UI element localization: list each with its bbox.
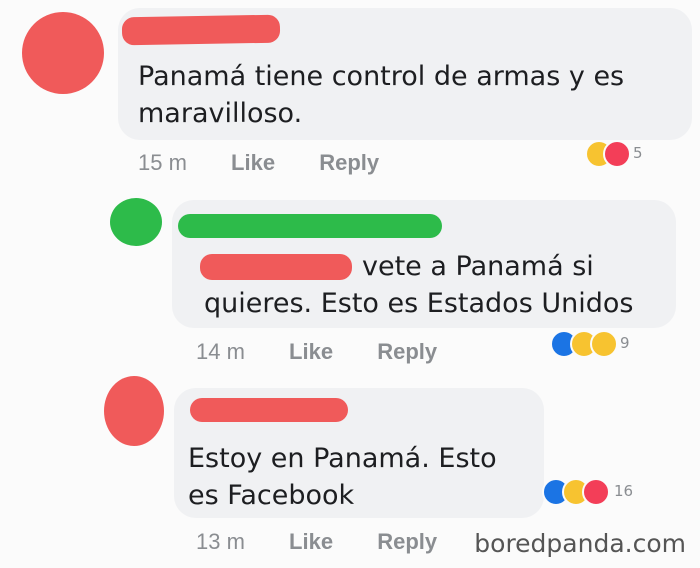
reply-button[interactable]: Reply (377, 339, 437, 364)
author-name-redacted[interactable] (190, 398, 348, 422)
comment-text-line: quieres. Esto es Estados Unidos (204, 288, 634, 319)
comment-meta: 13 m Like Reply (196, 529, 437, 555)
like-button[interactable]: Like (289, 339, 333, 364)
reaction-count: 9 (620, 334, 630, 352)
avatar-redacted[interactable] (104, 376, 164, 446)
wow-reaction-icon (590, 330, 618, 358)
reaction-summary[interactable]: 16 (542, 478, 672, 506)
like-button[interactable]: Like (289, 529, 333, 554)
comment-text: vete a Panamá si quieres. Esto es Estado… (204, 248, 633, 322)
reaction-summary[interactable]: 5 (585, 140, 675, 168)
love-reaction-icon (582, 478, 610, 506)
avatar-redacted[interactable] (22, 12, 104, 94)
reaction-count: 16 (614, 482, 634, 500)
comment-text-line: vete a Panamá si (362, 251, 594, 282)
author-name-redacted[interactable] (178, 214, 442, 238)
reply-button[interactable]: Reply (319, 150, 379, 175)
avatar-redacted[interactable] (110, 198, 162, 246)
watermark: boredpanda.com (474, 529, 686, 558)
comment-text-line: maravilloso. (138, 98, 303, 129)
reaction-count: 5 (633, 144, 643, 162)
timestamp[interactable]: 15 m (138, 150, 187, 175)
timestamp[interactable]: 13 m (196, 529, 245, 554)
comment-text: Estoy en Panamá. Esto es Facebook (188, 440, 497, 514)
comment-meta: 14 m Like Reply (196, 339, 437, 365)
author-name-redacted[interactable] (121, 14, 281, 46)
love-reaction-icon (603, 140, 631, 168)
reaction-summary[interactable]: 9 (550, 330, 660, 358)
comment-meta: 15 m Like Reply (138, 150, 379, 176)
comment-text-line: Estoy en Panamá. Esto (188, 443, 497, 474)
comment-text-line: Panamá tiene control de armas y es (138, 61, 625, 92)
reply-button[interactable]: Reply (377, 529, 437, 554)
comment-text-line: es Facebook (188, 480, 355, 511)
timestamp[interactable]: 14 m (196, 339, 245, 364)
like-button[interactable]: Like (231, 150, 275, 175)
comment-text: Panamá tiene control de armas y es marav… (138, 58, 624, 132)
